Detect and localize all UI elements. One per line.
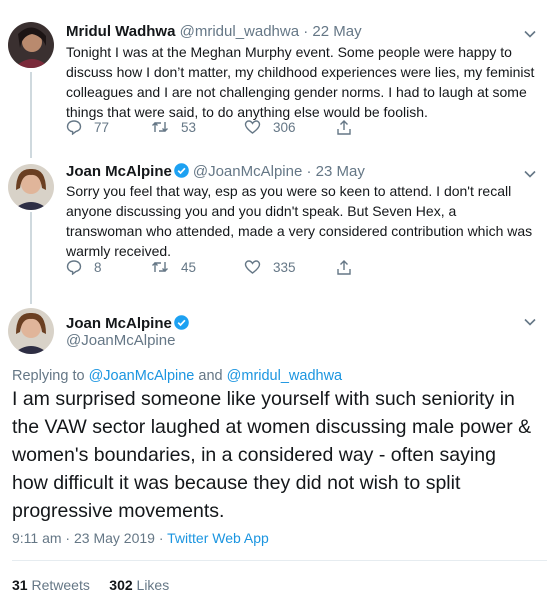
author-name[interactable]: Joan McAlpine: [66, 315, 193, 333]
chevron-down-icon[interactable]: [523, 167, 537, 181]
likes-stat[interactable]: 302 Likes: [109, 577, 169, 593]
author-name[interactable]: Mridul Wadhwa: [66, 23, 175, 40]
like-icon: [244, 260, 261, 274]
like-button[interactable]: 335: [244, 259, 296, 275]
tweet-header: Mridul Wadhwa @mridul_wadhwa · 22 May: [66, 23, 362, 41]
reply-icon: [66, 260, 82, 275]
like-count: 335: [273, 259, 296, 275]
avatar[interactable]: [8, 308, 54, 354]
reply-button[interactable]: 77: [66, 119, 109, 135]
likes-label: Likes: [136, 577, 170, 593]
like-count: 306: [273, 119, 296, 135]
avatar[interactable]: [8, 22, 54, 68]
tweet-actions: 8 45 335: [66, 259, 366, 279]
retweets-stat[interactable]: 31 Retweets: [12, 577, 90, 593]
replying-prefix: Replying to: [12, 368, 89, 384]
author-name-text: Joan McAlpine: [66, 315, 172, 332]
replying-and: and: [194, 368, 227, 384]
like-icon: [244, 120, 261, 134]
retweet-count: 45: [181, 259, 197, 275]
retweets-count: 31: [12, 577, 28, 593]
tweet-text: Sorry you feel that way, esp as you were…: [66, 183, 533, 259]
retweet-icon: [152, 122, 168, 132]
avatar[interactable]: [8, 164, 54, 210]
retweet-button[interactable]: 45: [151, 259, 196, 275]
verified-icon: [174, 315, 189, 330]
reply-count: 77: [94, 119, 110, 135]
engagement-stats: 31 Retweets 302 Likes: [12, 577, 169, 593]
like-button[interactable]: 306: [244, 119, 296, 135]
chevron-down-icon[interactable]: [523, 315, 537, 329]
reply-icon: [66, 120, 82, 135]
tweet-meta: 9:11 am · 23 May 2019 · Twitter Web App: [12, 530, 269, 546]
reply-count: 8: [94, 259, 102, 275]
tweet-joan-reply[interactable]: Joan McAlpine @JoanMcAlpine · 23 May Sorr…: [0, 158, 559, 304]
share-button[interactable]: [336, 259, 352, 276]
tweet-timestamp[interactable]: 9:11 am · 23 May 2019 ·: [12, 530, 167, 546]
share-icon: [337, 120, 351, 135]
tweet-header: Joan McAlpine @JoanMcAlpine · 23 May: [66, 163, 365, 181]
tweet-mridul[interactable]: Mridul Wadhwa @mridul_wadhwa · 22 May To…: [0, 0, 559, 158]
mention-link[interactable]: @mridul_wadhwa: [227, 368, 342, 384]
verified-icon: [174, 163, 189, 178]
main-tweet-text: I am surprised someone like yourself wit…: [12, 388, 532, 522]
tweet-text: Tonight I was at the Meghan Murphy event…: [66, 44, 535, 120]
source-link[interactable]: Twitter Web App: [167, 530, 269, 546]
share-icon: [337, 260, 351, 275]
author-handle[interactable]: @JoanMcAlpine: [193, 163, 302, 180]
chevron-down-icon[interactable]: [523, 27, 537, 41]
mention-link[interactable]: @JoanMcAlpine: [89, 368, 195, 384]
retweet-count: 53: [181, 119, 197, 135]
divider: [12, 560, 547, 561]
author-name[interactable]: Joan McAlpine: [66, 163, 172, 180]
tweet-date[interactable]: · 23 May: [306, 163, 364, 180]
share-button[interactable]: [336, 119, 352, 136]
tweet-actions: 77 53 306: [66, 119, 366, 139]
author-handle[interactable]: @mridul_wadhwa: [180, 23, 299, 40]
retweet-button[interactable]: 53: [151, 119, 196, 135]
likes-count: 302: [109, 577, 133, 593]
tweet-date[interactable]: · 22 May: [303, 23, 361, 40]
retweets-label: Retweets: [31, 577, 90, 593]
reply-button[interactable]: 8: [66, 259, 102, 275]
replying-to: Replying to @JoanMcAlpine and @mridul_wa…: [12, 368, 342, 384]
author-handle[interactable]: @JoanMcAlpine: [66, 332, 175, 350]
retweet-icon: [152, 262, 168, 272]
